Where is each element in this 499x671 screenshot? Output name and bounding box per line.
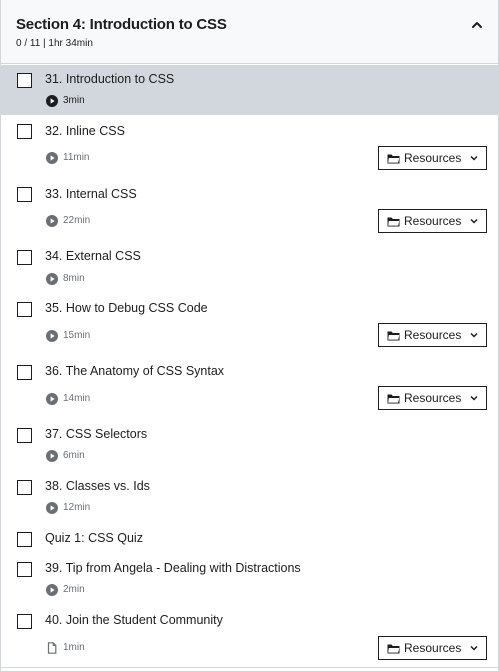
chevron-down-icon xyxy=(470,155,478,161)
duration-text: 3min xyxy=(63,95,85,106)
lecture-duration: 2min xyxy=(46,583,85,597)
section-progress: 0 / 11 | 1hr 34min xyxy=(16,38,93,49)
play-icon xyxy=(46,393,58,405)
lecture-duration: 11min xyxy=(46,151,90,165)
lecture-title: 35. How to Debug CSS Code xyxy=(45,301,208,315)
duration-text: 6min xyxy=(63,450,85,461)
folder-icon xyxy=(387,331,400,340)
resources-label: Resources xyxy=(404,641,462,655)
chevron-up-icon[interactable] xyxy=(470,18,484,32)
lecture-title: 33. Internal CSS xyxy=(45,187,137,201)
resources-button[interactable]: Resources xyxy=(378,386,487,410)
folder-icon xyxy=(387,394,400,403)
lecture-checkbox[interactable] xyxy=(17,562,32,577)
lecture-title: 38. Classes vs. Ids xyxy=(45,479,150,493)
duration-text: 22min xyxy=(63,215,91,226)
play-icon xyxy=(46,584,58,596)
section-header[interactable]: Section 4: Introduction to CSS 0 / 11 | … xyxy=(1,0,498,64)
chevron-down-icon xyxy=(470,332,478,338)
lecture-item[interactable]: 40. Join the Student Community 1min Reso… xyxy=(1,605,498,667)
file-icon xyxy=(47,642,57,654)
lecture-checkbox[interactable] xyxy=(17,250,32,265)
duration-text: 1min xyxy=(63,642,85,653)
duration-text: 11min xyxy=(63,152,90,163)
lecture-title: 34. External CSS xyxy=(45,249,141,263)
quiz-title: Quiz 1: CSS Quiz xyxy=(45,531,143,545)
duration-text: 14min xyxy=(63,393,91,404)
lecture-item[interactable]: 38. Classes vs. Ids 12min xyxy=(1,471,498,523)
duration-text: 15min xyxy=(63,330,91,341)
resources-label: Resources xyxy=(404,328,462,342)
lecture-checkbox[interactable] xyxy=(17,302,32,317)
lecture-checkbox[interactable] xyxy=(17,187,32,202)
resources-label: Resources xyxy=(404,391,462,405)
lecture-duration: 8min xyxy=(46,272,85,286)
lecture-item[interactable]: 36. The Anatomy of CSS Syntax 14min Reso… xyxy=(1,356,498,419)
lecture-duration: 3min xyxy=(46,94,85,108)
lecture-title: 37. CSS Selectors xyxy=(45,427,148,441)
lecture-checkbox[interactable] xyxy=(17,614,32,629)
lecture-checkbox[interactable] xyxy=(17,124,32,139)
lecture-title: 39. Tip from Angela - Dealing with Distr… xyxy=(45,561,301,575)
course-content-panel: Section 4: Introduction to CSS 0 / 11 | … xyxy=(0,0,499,671)
duration-text: 2min xyxy=(63,584,85,595)
lecture-checkbox[interactable] xyxy=(17,532,32,547)
duration-text: 12min xyxy=(63,502,91,513)
chevron-down-icon xyxy=(470,218,478,224)
play-icon xyxy=(46,152,58,164)
resources-button[interactable]: Resources xyxy=(378,209,487,233)
lecture-title: 40. Join the Student Community xyxy=(45,613,223,627)
lecture-item[interactable]: 31. Introduction to CSS 3min xyxy=(1,65,498,115)
lecture-checkbox[interactable] xyxy=(17,428,32,443)
play-icon xyxy=(46,502,58,514)
lecture-item[interactable]: 32. Inline CSS 11min Resources xyxy=(1,115,498,178)
lecture-checkbox[interactable] xyxy=(17,365,32,380)
lecture-item[interactable]: 33. Internal CSS 22min Resources xyxy=(1,178,498,241)
lecture-duration: 22min xyxy=(46,214,90,228)
lecture-item[interactable]: 35. How to Debug CSS Code 15min Resource… xyxy=(1,293,498,356)
lecture-title: 36. The Anatomy of CSS Syntax xyxy=(45,364,225,378)
lecture-duration: 14min xyxy=(46,392,90,406)
lecture-duration: 6min xyxy=(46,449,85,463)
resources-label: Resources xyxy=(404,214,462,228)
lecture-title: 31. Introduction to CSS xyxy=(45,72,175,86)
play-icon xyxy=(46,330,58,342)
lecture-checkbox[interactable] xyxy=(17,480,32,495)
folder-icon xyxy=(387,154,400,163)
lecture-duration: 1min xyxy=(46,641,85,655)
play-icon xyxy=(46,95,58,107)
lecture-duration: 15min xyxy=(46,329,90,343)
lecture-title: 32. Inline CSS xyxy=(45,124,125,138)
chevron-down-icon xyxy=(470,645,478,651)
resources-button[interactable]: Resources xyxy=(378,636,487,660)
resources-button[interactable]: Resources xyxy=(378,146,487,170)
section-title: Section 4: Introduction to CSS xyxy=(16,16,227,33)
lecture-checkbox[interactable] xyxy=(17,73,32,88)
folder-icon xyxy=(387,644,400,653)
chevron-down-icon xyxy=(470,395,478,401)
quiz-item[interactable]: Quiz 1: CSS Quiz xyxy=(1,523,498,553)
lecture-item[interactable]: 34. External CSS 8min xyxy=(1,241,498,293)
folder-icon xyxy=(387,217,400,226)
lecture-item[interactable]: 37. CSS Selectors 6min xyxy=(1,419,498,471)
lecture-item[interactable]: 39. Tip from Angela - Dealing with Distr… xyxy=(1,553,498,605)
resources-label: Resources xyxy=(404,151,462,165)
duration-text: 8min xyxy=(63,273,85,284)
play-icon xyxy=(46,450,58,462)
bottom-divider xyxy=(1,667,498,668)
play-icon xyxy=(46,273,58,285)
resources-button[interactable]: Resources xyxy=(378,323,487,347)
play-icon xyxy=(46,215,58,227)
lecture-duration: 12min xyxy=(46,501,90,515)
